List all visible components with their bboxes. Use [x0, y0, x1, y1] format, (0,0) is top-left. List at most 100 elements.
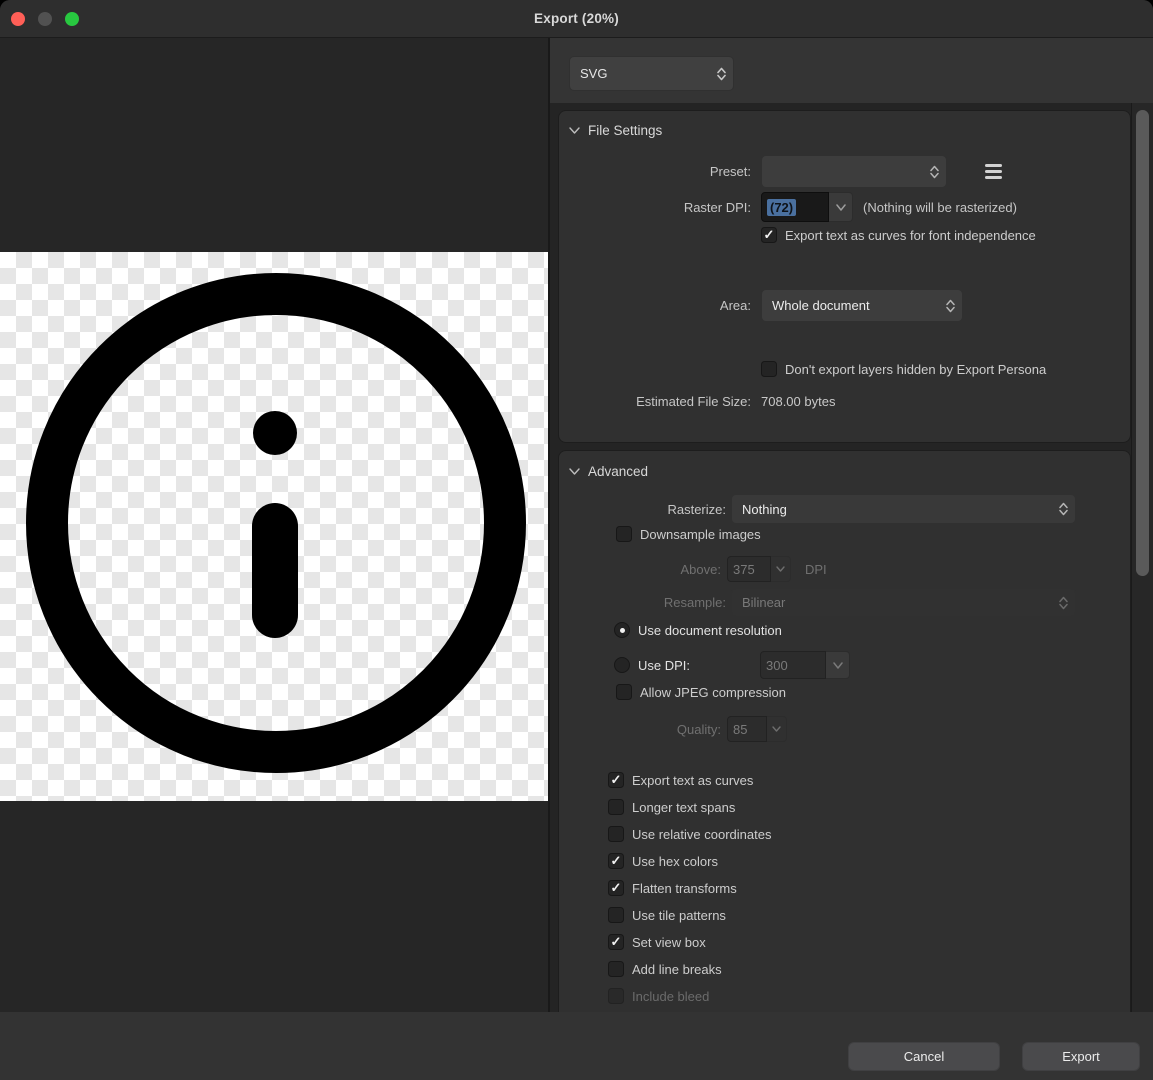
- rasterize-select-value: Nothing: [742, 502, 787, 517]
- estimated-size-label: Estimated File Size:: [559, 394, 751, 409]
- downsample-checkbox-row[interactable]: Downsample images: [616, 526, 761, 542]
- option-label: Use hex colors: [632, 854, 718, 869]
- resample-label: Resample:: [559, 595, 726, 610]
- advanced-group: Advanced Rasterize: Nothing Downsampl: [558, 450, 1131, 1012]
- use-dpi-label: Use DPI:: [638, 658, 690, 673]
- export-button[interactable]: Export: [1022, 1042, 1140, 1071]
- raster-dpi-dropdown-button[interactable]: [829, 192, 853, 222]
- jpeg-compression-checkbox-row[interactable]: Allow JPEG compression: [616, 684, 786, 700]
- above-value: 375: [733, 562, 755, 577]
- option-row[interactable]: Use tile patterns: [608, 907, 726, 923]
- jpeg-compression-label: Allow JPEG compression: [640, 685, 786, 700]
- export-text-curves-checkbox[interactable]: [761, 227, 777, 243]
- use-tile-patterns-checkbox[interactable]: [608, 907, 624, 923]
- option-label: Include bleed: [632, 989, 709, 1004]
- chevron-down-icon: [836, 204, 846, 211]
- option-label: Longer text spans: [632, 800, 735, 815]
- raster-note: (Nothing will be rasterized): [863, 200, 1017, 215]
- file-settings-title: File Settings: [588, 123, 662, 138]
- stepper-icon: [1059, 596, 1068, 609]
- option-row[interactable]: Add line breaks: [608, 961, 722, 977]
- format-select-value: SVG: [580, 66, 607, 81]
- option-label: Use tile patterns: [632, 908, 726, 923]
- option-row[interactable]: Longer text spans: [608, 799, 735, 815]
- jpeg-compression-checkbox[interactable]: [616, 684, 632, 700]
- raster-dpi-input[interactable]: (72): [761, 192, 829, 222]
- option-row[interactable]: Export text as curves: [608, 772, 753, 788]
- raster-dpi-label: Raster DPI:: [559, 200, 751, 215]
- export-preview-pane: [0, 38, 548, 1012]
- chevron-down-icon: [569, 468, 580, 475]
- option-label: Set view box: [632, 935, 706, 950]
- area-label: Area:: [559, 298, 751, 313]
- file-settings-header[interactable]: File Settings: [569, 123, 662, 138]
- use-doc-resolution-radio[interactable]: [614, 622, 630, 638]
- set-view-box-checkbox[interactable]: [608, 934, 624, 950]
- chevron-down-icon: [772, 726, 781, 732]
- export-settings-panel: SVG File Settings Preset:: [548, 38, 1153, 1012]
- option-row[interactable]: Flatten transforms: [608, 880, 737, 896]
- use-dpi-value: 300: [766, 658, 788, 673]
- transparency-checkerboard: [0, 252, 548, 801]
- option-label: Add line breaks: [632, 962, 722, 977]
- preset-menu-icon[interactable]: [985, 164, 1002, 179]
- stepper-icon: [717, 67, 726, 80]
- option-label: Use relative coordinates: [632, 827, 771, 842]
- stepper-icon: [946, 299, 955, 312]
- area-select[interactable]: Whole document: [761, 289, 963, 322]
- flatten-transforms-checkbox[interactable]: [608, 880, 624, 896]
- estimated-size-value: 708.00 bytes: [761, 394, 835, 409]
- use-dpi-radio[interactable]: [614, 657, 630, 673]
- format-select[interactable]: SVG: [569, 56, 734, 91]
- export-text-curves-checkbox-row[interactable]: Export text as curves for font independe…: [761, 227, 1036, 243]
- downsample-checkbox[interactable]: [616, 526, 632, 542]
- hidden-layers-checkbox-row[interactable]: Don't export layers hidden by Export Per…: [761, 361, 1046, 377]
- resample-select-value: Bilinear: [742, 595, 785, 610]
- option-row[interactable]: Set view box: [608, 934, 706, 950]
- downsample-label: Downsample images: [640, 527, 761, 542]
- option-row: Include bleed: [608, 988, 709, 1004]
- longer-text-spans-checkbox[interactable]: [608, 799, 624, 815]
- advanced-header[interactable]: Advanced: [569, 464, 648, 479]
- option-label: Export text as curves: [632, 773, 753, 788]
- chevron-down-icon: [569, 127, 580, 134]
- hidden-layers-label: Don't export layers hidden by Export Per…: [785, 362, 1046, 377]
- titlebar: Export (20%): [0, 0, 1153, 38]
- quality-combo: 85: [727, 716, 787, 742]
- export-text-as-curves-checkbox[interactable]: [608, 772, 624, 788]
- panel-scrollbar[interactable]: [1131, 103, 1153, 1012]
- quality-input: 85: [727, 716, 767, 742]
- resample-select: Bilinear: [731, 588, 1076, 617]
- above-combo: 375: [727, 556, 791, 582]
- option-row[interactable]: Use relative coordinates: [608, 826, 771, 842]
- use-dpi-dropdown-button: [826, 651, 850, 679]
- option-row[interactable]: Use hex colors: [608, 853, 718, 869]
- use-hex-colors-checkbox[interactable]: [608, 853, 624, 869]
- rasterize-select[interactable]: Nothing: [731, 494, 1076, 524]
- use-relative-coordinates-checkbox[interactable]: [608, 826, 624, 842]
- raster-dpi-combo: (72): [761, 192, 853, 222]
- above-input: 375: [727, 556, 771, 582]
- advanced-title: Advanced: [588, 464, 648, 479]
- above-unit: DPI: [805, 562, 827, 577]
- use-dpi-input: 300: [760, 651, 826, 679]
- hidden-layers-checkbox[interactable]: [761, 361, 777, 377]
- quality-dropdown-button: [767, 716, 787, 742]
- use-dpi-radio-row[interactable]: Use DPI: 300: [614, 651, 850, 679]
- preset-select[interactable]: [761, 155, 947, 188]
- export-dialog: Export (20%) SVG File: [0, 0, 1153, 1080]
- stepper-icon: [930, 165, 939, 178]
- include-bleed-checkbox: [608, 988, 624, 1004]
- chevron-down-icon: [776, 566, 785, 572]
- add-line-breaks-checkbox[interactable]: [608, 961, 624, 977]
- window-title: Export (20%): [0, 0, 1153, 38]
- stepper-icon: [1059, 503, 1068, 516]
- preset-label: Preset:: [559, 164, 751, 179]
- export-text-curves-label: Export text as curves for font independe…: [785, 228, 1036, 243]
- raster-dpi-selected-text: (72): [767, 199, 796, 216]
- use-doc-resolution-radio-row[interactable]: Use document resolution: [614, 622, 782, 638]
- above-dropdown-button: [771, 556, 791, 582]
- scrollbar-thumb[interactable]: [1136, 110, 1149, 576]
- cancel-button[interactable]: Cancel: [848, 1042, 1000, 1071]
- above-label: Above:: [559, 562, 721, 577]
